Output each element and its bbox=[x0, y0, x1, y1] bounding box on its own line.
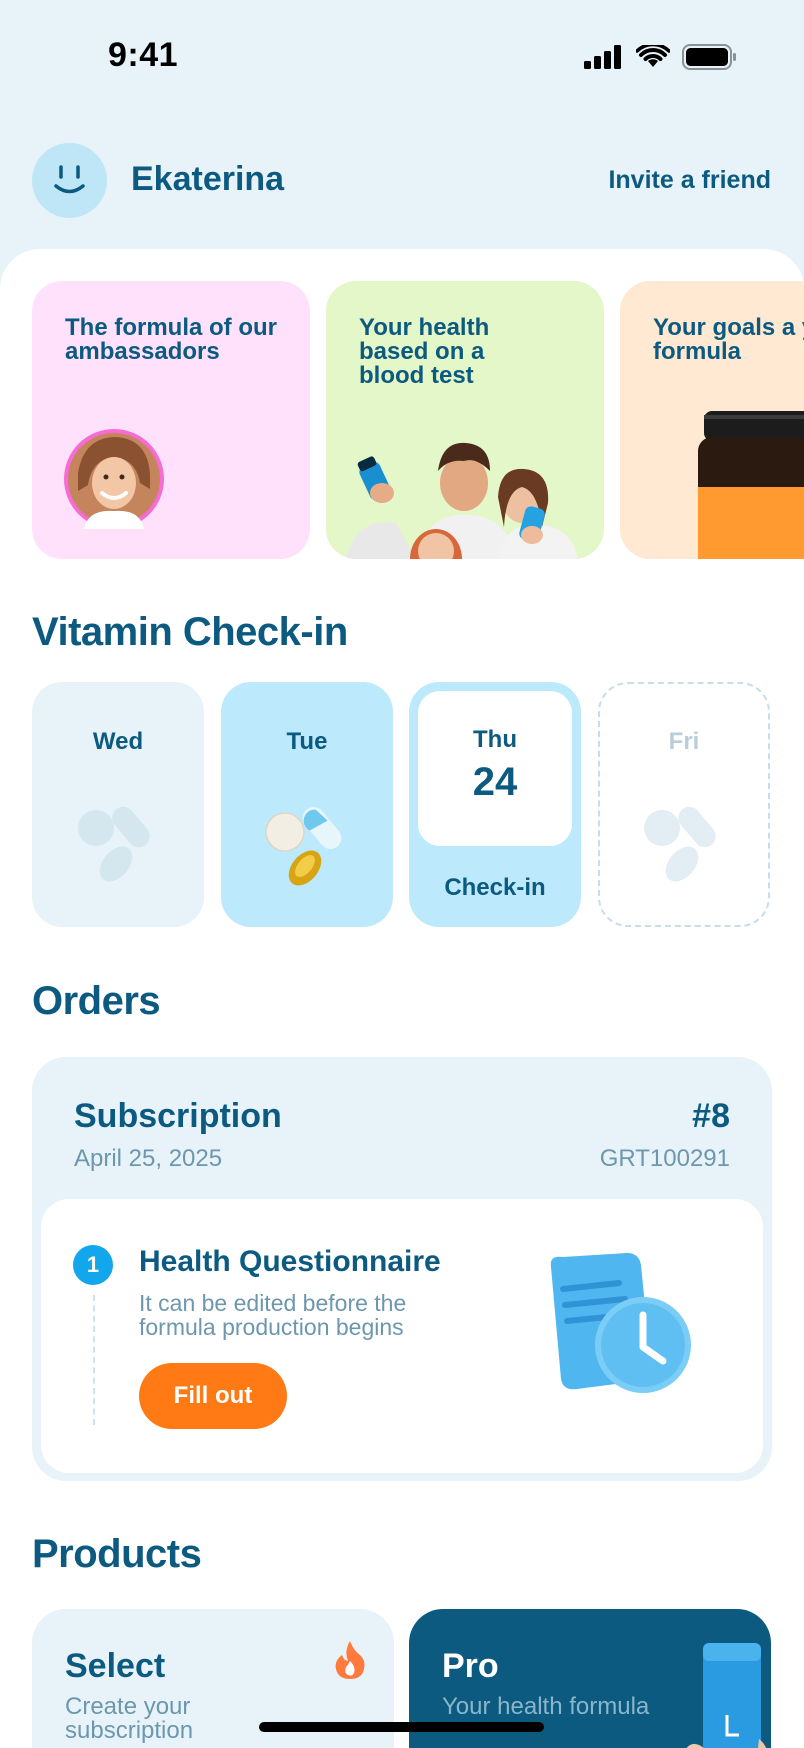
promo-card-goals[interactable]: Your goals a your formula bbox=[620, 281, 804, 559]
status-bar: 9:41 bbox=[0, 0, 804, 110]
vitamin-jar bbox=[698, 411, 804, 559]
promo-card-blood-test[interactable]: Your health based on a blood test bbox=[326, 281, 604, 559]
orders-title: Orders bbox=[32, 979, 161, 1023]
day-label: Thu bbox=[473, 726, 517, 753]
step-description: It can be edited before the formula prod… bbox=[139, 1290, 407, 1340]
document-clock-icon bbox=[550, 1253, 691, 1393]
home-indicator[interactable] bbox=[259, 1722, 544, 1732]
checkin-day-fri-future: Fri bbox=[598, 682, 770, 927]
people-photo bbox=[346, 442, 578, 559]
username: Ekaterina bbox=[131, 160, 285, 198]
signal-icon bbox=[584, 45, 621, 69]
promo-text: Your health based on a blood test bbox=[359, 314, 490, 389]
checkin-button[interactable]: Check-in bbox=[409, 874, 581, 902]
pills-taken-icon bbox=[265, 807, 342, 886]
battery-icon bbox=[682, 44, 736, 70]
pro-product-bottle bbox=[686, 1643, 767, 1748]
invite-friend-link[interactable]: Invite a friend bbox=[608, 166, 771, 195]
promo-card-ambassadors[interactable]: The formula of our ambassadors bbox=[32, 281, 310, 559]
flame-icon bbox=[335, 1641, 365, 1679]
step-number-badge: 1 bbox=[73, 1245, 113, 1285]
promo-text: The formula of our ambassadors bbox=[65, 314, 277, 365]
product-title: Pro bbox=[442, 1647, 499, 1685]
pills-placeholder-icon bbox=[78, 806, 150, 882]
smiley-icon bbox=[54, 165, 85, 194]
day-label: Tue bbox=[286, 728, 328, 755]
step-title: Health Questionnaire bbox=[139, 1245, 441, 1278]
wifi-icon bbox=[636, 45, 670, 67]
checkin-day-wed[interactable]: Wed bbox=[32, 682, 204, 927]
product-title: Select bbox=[65, 1647, 166, 1685]
day-date: 24 bbox=[472, 760, 518, 804]
order-step-card: 1 Health Questionnaire It can be edited … bbox=[41, 1199, 763, 1473]
status-icons bbox=[584, 44, 738, 70]
order-date: April 25, 2025 bbox=[74, 1145, 223, 1172]
profile-header: Ekaterina Invite a friend bbox=[0, 140, 804, 220]
status-time: 9:41 bbox=[108, 36, 179, 74]
day-label: Wed bbox=[92, 728, 144, 755]
day-label: Fri bbox=[668, 728, 700, 755]
fill-out-button[interactable]: Fill out bbox=[139, 1363, 287, 1429]
today-date-box: Thu 24 bbox=[418, 691, 572, 846]
product-subtitle: Create your subscription bbox=[65, 1693, 194, 1744]
step-connector bbox=[93, 1295, 95, 1425]
main-sheet: The formula of our ambassadors Your heal… bbox=[0, 249, 804, 1748]
order-type: Subscription bbox=[74, 1097, 282, 1135]
checkin-day-thu-today[interactable]: Thu 24 Check-in bbox=[409, 682, 581, 927]
pills-placeholder-icon bbox=[644, 806, 716, 882]
avatar[interactable] bbox=[32, 143, 107, 218]
product-subtitle: Your health formula bbox=[442, 1693, 650, 1720]
ambassador-photo bbox=[64, 429, 164, 529]
promo-text: Your goals a your formula bbox=[653, 314, 804, 365]
products-title: Products bbox=[32, 1532, 202, 1576]
order-number: #8 bbox=[692, 1097, 730, 1135]
order-card[interactable]: Subscription April 25, 2025 #8 GRT100291… bbox=[32, 1057, 772, 1481]
order-code: GRT100291 bbox=[599, 1145, 730, 1172]
checkin-title: Vitamin Check-in bbox=[32, 610, 348, 654]
checkin-day-tue[interactable]: Tue bbox=[221, 682, 393, 927]
